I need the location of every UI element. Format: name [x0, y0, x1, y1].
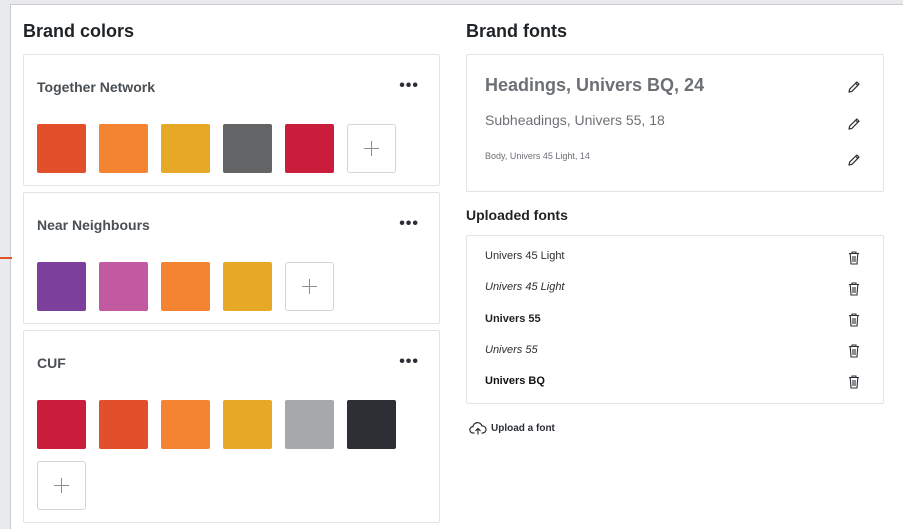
color-swatch[interactable] — [285, 400, 334, 449]
pencil-icon[interactable] — [847, 117, 861, 131]
color-swatch[interactable] — [223, 400, 272, 449]
cloud-upload-icon — [469, 422, 487, 435]
color-swatch[interactable] — [223, 262, 272, 311]
body-style-label: Body, Univers 45 Light, 14 — [485, 151, 590, 161]
color-swatch[interactable] — [37, 400, 86, 449]
palette-more-button[interactable]: ••• — [399, 354, 419, 370]
pencil-icon[interactable] — [847, 153, 861, 167]
trash-icon[interactable] — [848, 251, 860, 265]
palette-card-near-neighbours: Near Neighbours ••• — [23, 192, 440, 324]
add-color-button[interactable] — [37, 461, 86, 510]
brand-fonts-title: Brand fonts — [466, 21, 567, 41]
swatch-list — [37, 262, 427, 311]
brand-colors-title: Brand colors — [23, 21, 135, 41]
color-swatch[interactable] — [223, 124, 272, 173]
plus-icon — [302, 279, 317, 294]
add-color-button[interactable] — [347, 124, 396, 173]
subheading-style-label: Subheadings, Univers 55, 18 — [485, 112, 665, 128]
color-swatch[interactable] — [37, 262, 86, 311]
upload-font-label: Upload a font — [491, 422, 555, 434]
font-list-item: Univers 55 — [485, 313, 541, 325]
heading-style-label: Headings, Univers BQ, 24 — [485, 75, 705, 95]
color-swatch[interactable] — [161, 400, 210, 449]
font-list-item: Univers 45 Light — [485, 250, 565, 262]
font-list-item: Univers 55 — [485, 344, 538, 356]
pencil-icon[interactable] — [847, 80, 861, 94]
color-swatch[interactable] — [161, 124, 210, 173]
trash-icon[interactable] — [848, 313, 860, 327]
trash-icon[interactable] — [848, 344, 860, 358]
color-swatch[interactable] — [99, 124, 148, 173]
palette-name: Together Network — [37, 79, 155, 95]
palette-name: CUF — [37, 355, 66, 371]
add-color-button[interactable] — [285, 262, 334, 311]
color-swatch[interactable] — [161, 262, 210, 311]
accent-divider — [0, 257, 12, 259]
swatch-list — [37, 124, 427, 173]
color-swatch[interactable] — [99, 400, 148, 449]
palette-more-button[interactable]: ••• — [399, 216, 419, 232]
palette-name: Near Neighbours — [37, 217, 150, 233]
font-list-item: Univers BQ — [485, 375, 545, 387]
palette-card-together-network: Together Network ••• — [23, 54, 440, 186]
color-swatch[interactable] — [285, 124, 334, 173]
uploaded-fonts-title: Uploaded fonts — [466, 207, 568, 223]
palette-card-cuf: CUF ••• — [23, 330, 440, 523]
font-styles-card: Headings, Univers BQ, 24 Subheadings, Un… — [466, 54, 884, 192]
palette-more-button[interactable]: ••• — [399, 78, 419, 94]
color-swatch[interactable] — [37, 124, 86, 173]
upload-font-button[interactable]: Upload a font — [469, 421, 555, 435]
color-swatch[interactable] — [347, 400, 396, 449]
color-swatch[interactable] — [99, 262, 148, 311]
uploaded-fonts-card: Univers 45 Light Univers 45 Light Univer… — [466, 235, 884, 404]
trash-icon[interactable] — [848, 282, 860, 296]
font-list-item: Univers 45 Light — [485, 281, 565, 293]
trash-icon[interactable] — [848, 375, 860, 389]
plus-icon — [364, 141, 379, 156]
swatch-list — [37, 400, 427, 510]
plus-icon — [54, 478, 69, 493]
brand-settings-panel: Brand colors Together Network ••• Near N… — [10, 4, 903, 529]
